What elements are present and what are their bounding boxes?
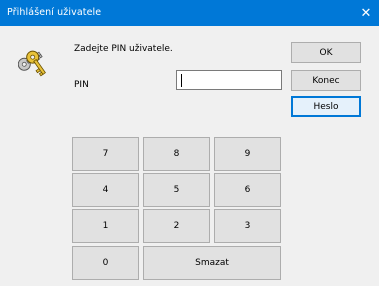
dialog-body: Zadejte PIN uživatele. PIN OK Konec Hesl… — [0, 26, 379, 286]
keypad-0-button[interactable]: 0 — [72, 246, 139, 280]
keypad-2-button[interactable]: 2 — [143, 209, 210, 243]
pin-label: PIN — [74, 80, 89, 90]
title-bar[interactable]: Přihlášení uživatele ✕ — [0, 0, 379, 26]
heslo-button[interactable]: Heslo — [291, 96, 361, 117]
pin-input[interactable] — [176, 70, 282, 90]
keypad-7-button[interactable]: 7 — [72, 137, 139, 171]
keypad-1-button[interactable]: 1 — [72, 209, 139, 243]
prompt-text: Zadejte PIN uživatele. — [74, 44, 173, 54]
keypad-9-button[interactable]: 9 — [214, 137, 281, 171]
konec-button[interactable]: Konec — [291, 70, 361, 91]
smazat-button[interactable]: Smazat — [143, 246, 281, 280]
ok-button[interactable]: OK — [291, 42, 361, 63]
keypad-6-button[interactable]: 6 — [214, 173, 281, 207]
text-caret — [181, 74, 182, 87]
keys-icon — [18, 50, 46, 77]
close-icon[interactable]: ✕ — [353, 0, 379, 26]
keypad-5-button[interactable]: 5 — [143, 173, 210, 207]
keypad-3-button[interactable]: 3 — [214, 209, 281, 243]
keypad-8-button[interactable]: 8 — [143, 137, 210, 171]
window-title: Přihlášení uživatele — [7, 7, 102, 18]
keypad-4-button[interactable]: 4 — [72, 173, 139, 207]
